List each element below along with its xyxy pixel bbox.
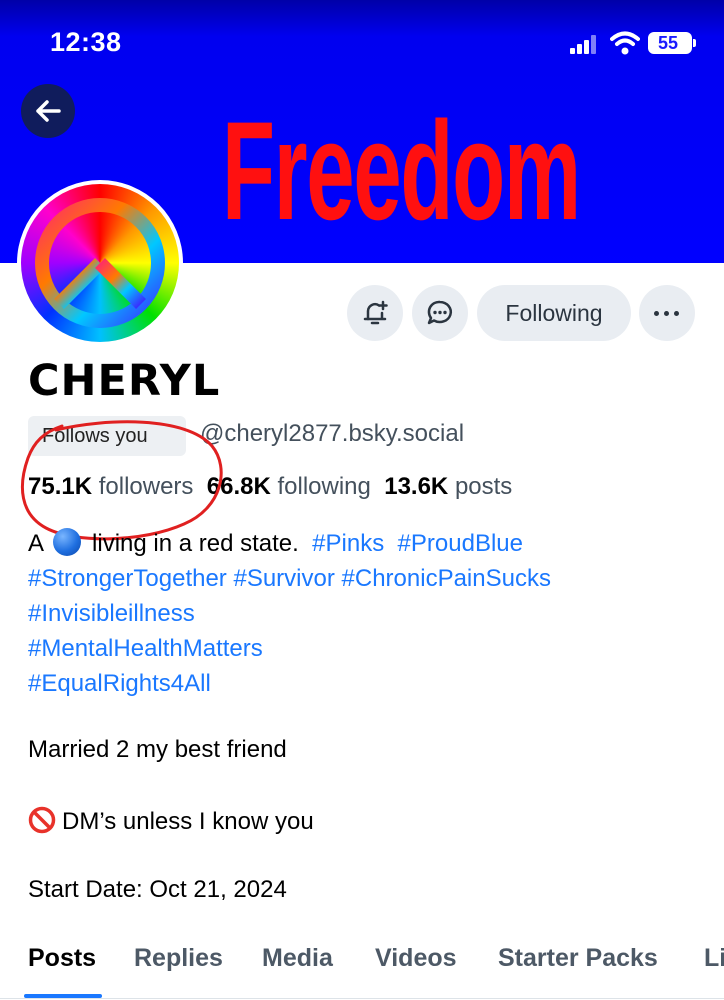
hashtag[interactable]: #StrongerTogether [28, 565, 227, 592]
more-dots-icon [674, 311, 679, 316]
prohibited-icon [28, 806, 56, 834]
wifi-icon [610, 31, 640, 55]
bio-line-3: #Invisibleillness [28, 596, 708, 631]
more-options-button[interactable] [639, 285, 695, 341]
chat-bubble-icon [427, 300, 453, 325]
bell-plus-icon [363, 300, 388, 325]
hashtag[interactable]: #Pinks [312, 530, 384, 557]
following-label: following [277, 473, 371, 500]
more-dots-icon [654, 311, 659, 316]
battery-icon: 55 [648, 32, 692, 54]
hashtag[interactable]: #ProudBlue [398, 530, 523, 557]
bio-dms: DM’s unless I know you [28, 806, 314, 836]
hashtag[interactable]: #Survivor [233, 565, 334, 592]
bio-text-b: living in a red state. [92, 530, 299, 557]
status-time: 12:38 [50, 27, 122, 57]
bio-line-5: #EqualRights4All [28, 666, 708, 701]
back-button[interactable] [21, 84, 75, 138]
notify-button[interactable] [347, 285, 403, 341]
avatar[interactable] [17, 180, 183, 346]
tab-media[interactable]: Media [262, 944, 333, 973]
tab-replies[interactable]: Replies [134, 944, 223, 973]
message-button[interactable] [412, 285, 468, 341]
peace-sign-icon [35, 198, 165, 328]
hashtag[interactable]: #ChronicPainSucks [342, 565, 551, 592]
tab-videos[interactable]: Videos [375, 944, 457, 973]
tab-lists[interactable]: Li [704, 944, 724, 973]
hashtag[interactable]: #EqualRights4All [28, 670, 211, 697]
posts-stat: 13.6K posts [384, 473, 512, 500]
bio-line-4: #MentalHealthMatters [28, 631, 708, 666]
following-link[interactable]: 66.8K following [207, 473, 371, 500]
tab-divider [0, 998, 724, 999]
posts-count: 13.6K [384, 473, 449, 500]
battery-cap [693, 39, 696, 47]
bio-line-2: #StrongerTogether #Survivor #ChronicPain… [28, 561, 708, 596]
following-button[interactable]: Following [477, 285, 631, 341]
tab-starter-packs[interactable]: Starter Packs [498, 944, 658, 973]
posts-label: posts [454, 473, 513, 500]
battery-level: 55 [657, 33, 679, 53]
hashtag[interactable]: #Invisibleillness [28, 600, 195, 627]
more-dots-icon [664, 311, 669, 316]
hashtag[interactable]: #MentalHealthMatters [28, 635, 263, 662]
profile-tabs: Posts Replies Media Videos Starter Packs… [0, 936, 724, 1000]
tab-posts[interactable]: Posts [28, 944, 96, 973]
bio-married: Married 2 my best friend [28, 736, 287, 763]
bio-dms-text: DM’s unless I know you [62, 808, 314, 835]
bio-text-a: A [28, 530, 43, 557]
back-arrow-icon [36, 100, 61, 122]
banner-text: Freedom [222, 92, 581, 249]
bio-line-1: A living in a red state. #Pinks #ProudBl… [28, 526, 708, 561]
bio-start-date: Start Date: Oct 21, 2024 [28, 876, 287, 903]
display-name: CHERYL [28, 356, 221, 406]
signal-icon [570, 34, 602, 54]
blue-circle-emoji-icon [53, 528, 82, 556]
profile-handle[interactable]: @cheryl2877.bsky.social [200, 420, 464, 448]
profile-bio: A living in a red state. #Pinks #ProudBl… [28, 526, 708, 701]
